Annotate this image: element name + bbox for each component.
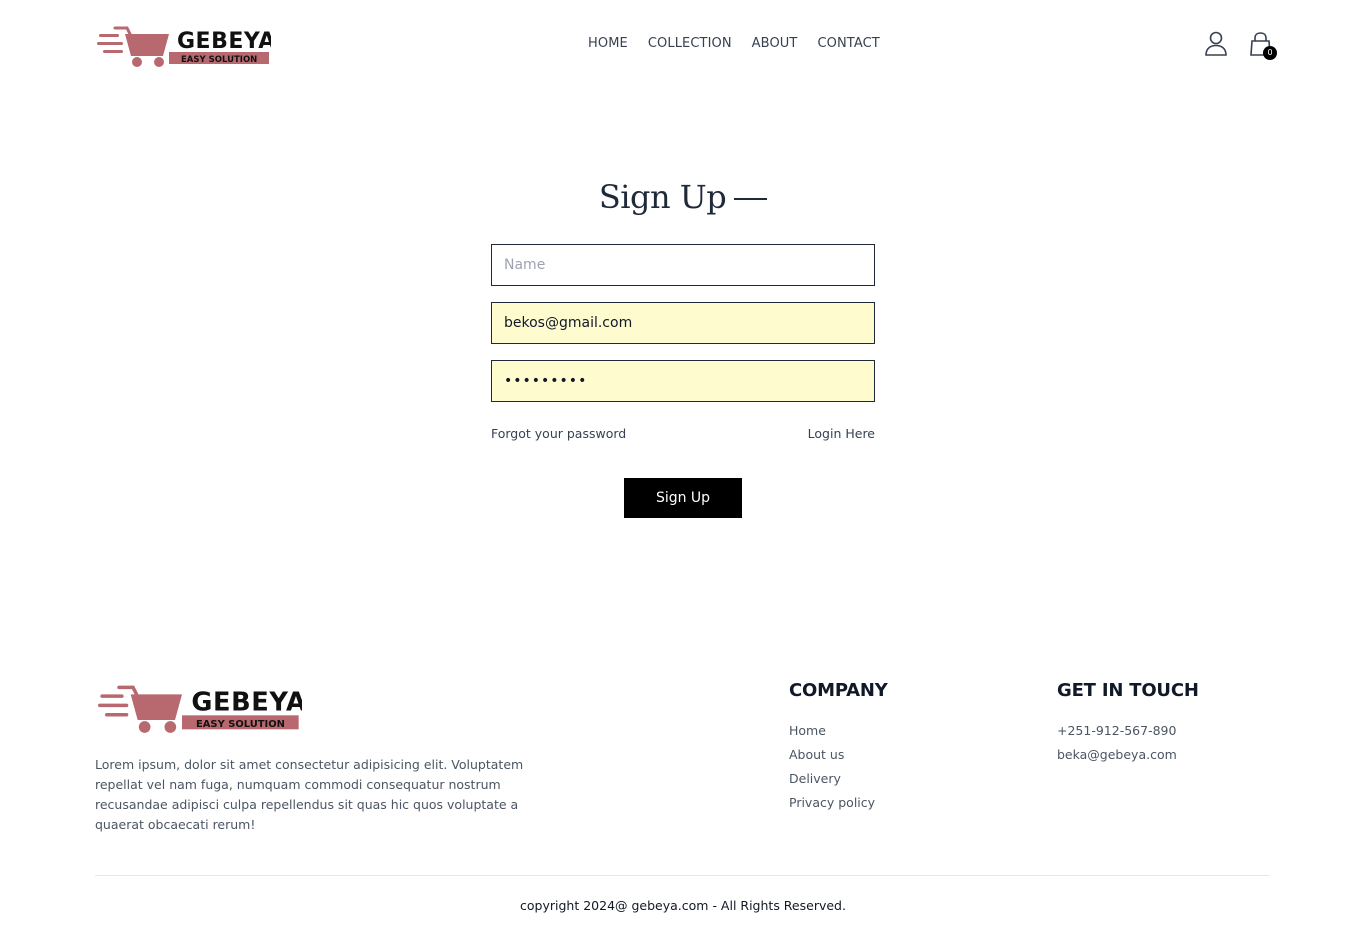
header-actions: 0 — [1203, 30, 1277, 60]
footer-link-delivery-label[interactable]: Delivery — [789, 771, 841, 786]
site-header: GEBEYA EASY SOLUTION HOME COLLECTION ABO… — [0, 0, 1366, 88]
company-heading: COMPANY — [789, 680, 888, 701]
main-nav: HOME COLLECTION ABOUT CONTACT — [588, 34, 880, 54]
contact-heading: GET IN TOUCH — [1057, 680, 1199, 701]
footer-link-home[interactable]: Home — [789, 719, 888, 743]
footer-logo: GEBEYA EASY SOLUTION — [98, 685, 302, 733]
nav-about[interactable]: ABOUT — [752, 34, 798, 54]
footer-description: Lorem ipsum, dolor sit amet consectetur … — [95, 757, 524, 832]
footer-link-delivery[interactable]: Delivery — [789, 767, 888, 791]
contact-list: +251-912-567-890 beka@gebeya.com — [1057, 719, 1199, 767]
footer-link-about-label[interactable]: About us — [789, 747, 844, 762]
footer-link-about[interactable]: About us — [789, 743, 888, 767]
brand-logo[interactable]: GEBEYA EASY SOLUTION — [97, 20, 271, 68]
company-links: Home About us Delivery Privacy policy — [789, 719, 888, 815]
footer-company: COMPANY Home About us Delivery Privacy p… — [789, 680, 888, 815]
forgot-password-link[interactable]: Forgot your password — [491, 426, 626, 441]
footer-brand-name: GEBEYA — [191, 688, 302, 718]
footer-brand-tagline: EASY SOLUTION — [196, 719, 285, 730]
nav-home[interactable]: HOME — [588, 34, 628, 54]
nav-collection[interactable]: COLLECTION — [648, 34, 732, 54]
contact-phone: +251-912-567-890 — [1057, 723, 1177, 738]
contact-email: beka@gebeya.com — [1057, 747, 1177, 762]
page-title: Sign Up — [598, 178, 727, 216]
nav-contact[interactable]: CONTACT — [817, 34, 879, 54]
brand-tagline: EASY SOLUTION — [181, 55, 257, 65]
footer-contact: GET IN TOUCH +251-912-567-890 beka@gebey… — [1057, 680, 1199, 767]
cart-count-badge: 0 — [1263, 46, 1277, 60]
title-dash — [734, 198, 768, 200]
copyright: copyright 2024@ gebeya.com - All Rights … — [520, 898, 846, 913]
shopping-bag-icon[interactable]: 0 — [1249, 30, 1277, 60]
form-links: Forgot your password Login Here — [491, 426, 875, 441]
page-title-row: Sign Up — [0, 178, 1366, 216]
footer-divider — [95, 875, 1270, 876]
footer-link-privacy[interactable]: Privacy policy — [789, 791, 888, 815]
email-input[interactable] — [491, 302, 875, 344]
name-input[interactable] — [491, 244, 875, 286]
footer-link-home-label[interactable]: Home — [789, 723, 826, 738]
signup-button[interactable]: Sign Up — [624, 478, 742, 518]
user-icon[interactable] — [1203, 30, 1227, 58]
footer-link-privacy-label[interactable]: Privacy policy — [789, 795, 875, 810]
password-input[interactable] — [491, 360, 875, 402]
brand-name: GEBEYA — [177, 29, 271, 54]
login-link[interactable]: Login Here — [808, 426, 875, 441]
